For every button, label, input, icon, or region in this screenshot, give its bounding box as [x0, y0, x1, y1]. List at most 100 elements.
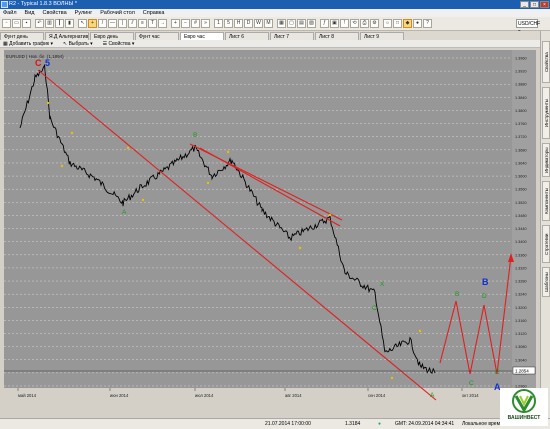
chart-area[interactable]: 1.29601.30001.30401.30801.31201.31601.32…	[0, 48, 540, 418]
scroll-icon[interactable]: »	[201, 19, 210, 28]
cascade-icon[interactable]: ▧	[307, 19, 316, 28]
tab-1[interactable]: Я.Д Альтернатива	[45, 32, 89, 40]
history-icon[interactable]: ⟲	[350, 19, 359, 28]
y-tick-label: 1.3120	[515, 332, 527, 336]
save-icon[interactable]: ▪	[22, 19, 31, 28]
minor-wave-marker	[226, 150, 230, 154]
tab-7[interactable]: Лист 8	[315, 32, 359, 40]
timeframe-h1-icon[interactable]: H	[234, 19, 243, 28]
arrow-tool-icon[interactable]: →	[158, 19, 167, 28]
wave-label: 5	[45, 58, 50, 68]
y-tick-label: 1.3600	[515, 175, 527, 179]
minor-wave-marker	[298, 246, 302, 250]
wave-label: E	[495, 369, 500, 376]
window-titlebar: R2 - Typical 1.8.3 ВОЛНЫ * _ □ ×	[0, 0, 550, 9]
menu-file[interactable]: Файл	[3, 9, 17, 17]
orange-marker-icon[interactable]: ◆	[403, 19, 412, 28]
select-button[interactable]: ↖ Выбрать ▾	[63, 40, 93, 47]
minor-wave-marker	[328, 213, 332, 217]
right-panel-tab-3[interactable]: Компоненты	[542, 181, 550, 221]
y-tick-label: 1.3200	[515, 306, 527, 310]
y-tick-label: 1.3800	[515, 109, 527, 113]
undo-icon[interactable]: ↶	[35, 19, 44, 28]
tab-2[interactable]: Евро день	[90, 32, 134, 40]
y-tick-label: 1.3360	[515, 253, 527, 257]
tab-8[interactable]: Лист 9	[360, 32, 404, 40]
help-icon[interactable]: ?	[423, 19, 432, 28]
chart-icon[interactable]: ▥	[45, 19, 54, 28]
timeframe-w1-icon[interactable]: W	[254, 19, 263, 28]
indicator-icon[interactable]: ƒ	[320, 19, 329, 28]
minimize-button[interactable]: _	[520, 1, 529, 8]
crosshair-icon[interactable]: +	[88, 19, 97, 28]
lock-icon[interactable]: □	[393, 19, 402, 28]
color-icon[interactable]: ●	[413, 19, 422, 28]
window-icon[interactable]: ▢	[287, 19, 296, 28]
menu-help[interactable]: Справка	[143, 9, 165, 17]
logo: ВАШИНВЕСТ	[500, 388, 548, 426]
close-button[interactable]: ×	[540, 1, 549, 8]
app-icon	[1, 1, 8, 8]
y-tick-label: 1.3880	[515, 83, 527, 87]
properties-button[interactable]: ☰ Свойства ▾	[103, 40, 135, 47]
menu-view[interactable]: Вид	[25, 9, 35, 17]
zoom-in-icon[interactable]: +	[171, 19, 180, 28]
candles-icon[interactable]: ▮	[65, 19, 74, 28]
vline-tool-icon[interactable]: |	[118, 19, 127, 28]
template-icon[interactable]: ▣	[330, 19, 339, 28]
layout-icon[interactable]: ▦	[277, 19, 286, 28]
y-tick-label: 1.3400	[515, 240, 527, 244]
tab-6[interactable]: Лист 7	[270, 32, 314, 40]
right-panel-tab-1[interactable]: Инструменты	[542, 87, 550, 139]
bars-icon[interactable]: ┃	[55, 19, 64, 28]
alert-icon[interactable]: !	[340, 19, 349, 28]
menu-properties[interactable]: Свойства	[42, 9, 66, 17]
minor-wave-marker	[126, 146, 130, 150]
timeframe-d1-icon[interactable]: D	[244, 19, 253, 28]
print-icon[interactable]: ⎙	[360, 19, 369, 28]
tab-4[interactable]: Евро час	[180, 32, 224, 40]
current-price-label: 1.2854	[515, 369, 529, 374]
menu-desktop[interactable]: Рабочий стол	[100, 9, 135, 17]
right-panel-tab-4[interactable]: Стратегии	[542, 225, 550, 263]
hline-tool-icon[interactable]: —	[108, 19, 117, 28]
tab-3[interactable]: Фунт час	[135, 32, 179, 40]
y-tick-label: 1.3680	[515, 148, 527, 152]
settings-icon[interactable]: ⚙	[370, 19, 379, 28]
y-tick-label: 1.3480	[515, 214, 527, 218]
maximize-button[interactable]: □	[530, 1, 539, 8]
zoom-out-icon[interactable]: −	[181, 19, 190, 28]
symbol-select[interactable]: USD/CHF ▾	[516, 19, 540, 35]
wave-label: C	[372, 305, 377, 312]
wave-label: B	[482, 277, 489, 287]
tab-5[interactable]: Лист 6	[225, 32, 269, 40]
line-tool-icon[interactable]: /	[98, 19, 107, 28]
cursor-icon[interactable]: ↖	[78, 19, 87, 28]
timeframe-m5-icon[interactable]: 5	[224, 19, 233, 28]
timeframe-m1-icon[interactable]: 1	[214, 19, 223, 28]
menu-ruling[interactable]: Рулинг	[75, 9, 93, 17]
grid-icon[interactable]: #	[191, 19, 200, 28]
new-file-icon[interactable]: ▫	[2, 19, 11, 28]
price-chart[interactable]: 1.29601.30001.30401.30801.31201.31601.32…	[0, 48, 540, 418]
open-folder-icon[interactable]: ▭	[12, 19, 21, 28]
timeframe-mn-icon[interactable]: M	[264, 19, 273, 28]
wave-label: C	[35, 58, 42, 68]
tile-icon[interactable]: ▤	[297, 19, 306, 28]
sun-icon[interactable]: ☼	[383, 19, 392, 28]
add-chart-button[interactable]: ▦ Добавить график ▾	[3, 40, 53, 47]
text-tool-icon[interactable]: T	[148, 19, 157, 28]
y-tick-label: 1.3040	[515, 358, 527, 362]
main-toolbar: ▫ ▭ ▪ ↶ ▥ ┃ ▮ ↖ + / — | ⫽ ≡ T → + − # » …	[0, 17, 550, 31]
right-panel-tab-5[interactable]: Шаблоны	[542, 267, 550, 297]
tab-0[interactable]: Фунт день	[0, 32, 44, 40]
fibo-icon[interactable]: ≡	[138, 19, 147, 28]
y-tick-label: 1.3840	[515, 96, 527, 100]
right-panel-tab-2[interactable]: Индикаторы	[542, 143, 550, 177]
logo-text: ВАШИНВЕСТ	[507, 415, 541, 421]
y-tick-label: 1.3920	[515, 70, 527, 74]
right-panel-tab-0[interactable]: Свойства	[542, 41, 550, 83]
status-connection-icon: ●	[378, 421, 382, 427]
y-tick-label: 1.3080	[515, 345, 527, 349]
channel-icon[interactable]: ⫽	[128, 19, 137, 28]
